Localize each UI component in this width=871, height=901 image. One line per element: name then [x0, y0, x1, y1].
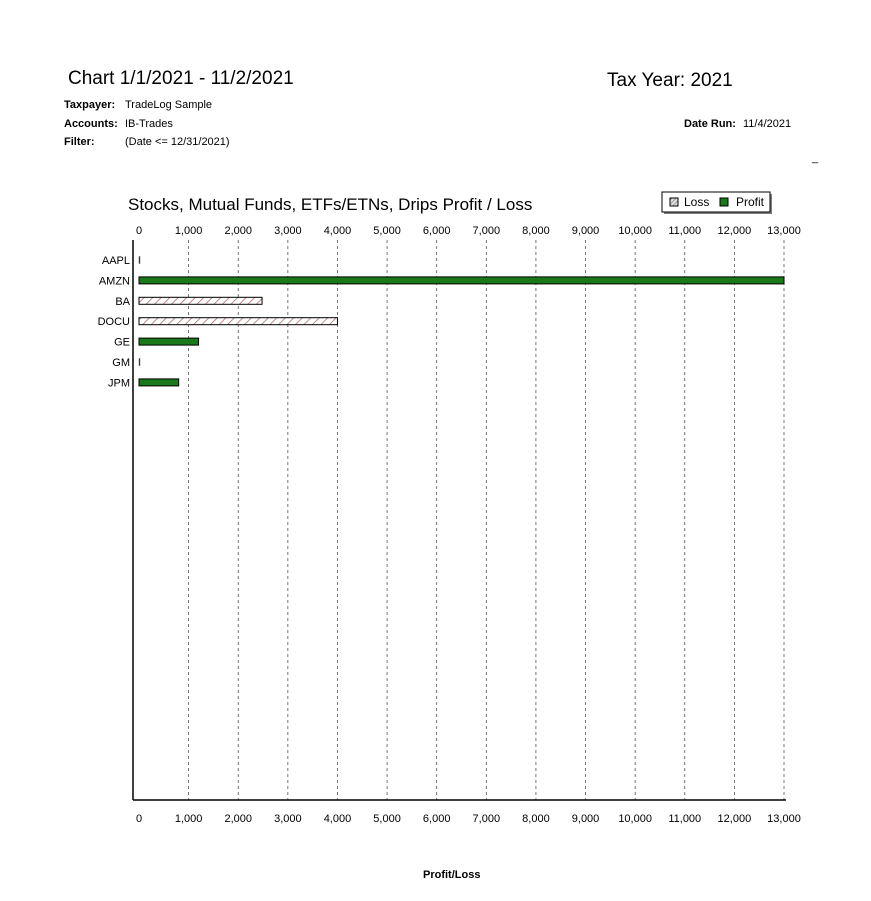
x-tick-label-top: 12,000: [718, 225, 752, 237]
x-axis-title: Profit/Loss: [423, 869, 481, 881]
x-tick-label-bottom: 12,000: [718, 813, 752, 825]
x-tick-label-bottom: 8,000: [522, 813, 550, 825]
x-tick-label-bottom: 0: [136, 813, 142, 825]
category-label: GM: [112, 357, 130, 369]
bar-profit: [138, 256, 141, 264]
x-tick-label-top: 9,000: [572, 225, 600, 237]
x-tick-label-bottom: 10,000: [618, 813, 652, 825]
category-label: AMZN: [99, 275, 130, 287]
category-label: AAPL: [102, 255, 130, 267]
profit-loss-chart: Stocks, Mutual Funds, ETFs/ETNs, Drips P…: [98, 191, 801, 825]
legend-loss-label: Loss: [684, 195, 709, 209]
x-tick-label-bottom: 2,000: [224, 813, 252, 825]
bar-profit: [138, 337, 200, 346]
chart-title: Stocks, Mutual Funds, ETFs/ETNs, Drips P…: [128, 195, 532, 214]
x-tick-label-bottom: 4,000: [324, 813, 352, 825]
x-tick-label-top: 7,000: [473, 225, 501, 237]
bar-loss: [138, 296, 263, 305]
bars: [138, 256, 785, 387]
x-tick-label-bottom: 6,000: [423, 813, 451, 825]
category-label: JPM: [108, 377, 130, 389]
x-tick-label-bottom: 13,000: [767, 813, 801, 825]
category-label: BA: [115, 296, 130, 308]
x-tick-label-top: 2,000: [224, 225, 252, 237]
category-label: DOCU: [98, 316, 130, 328]
x-tick-label-bottom: 1,000: [175, 813, 203, 825]
x-tick-label-top: 4,000: [324, 225, 352, 237]
bar-profit: [138, 378, 180, 387]
x-tick-label-top: 11,000: [668, 225, 701, 237]
category-label: GE: [114, 337, 130, 349]
x-tick-label-top: 6,000: [423, 225, 451, 237]
x-tick-label-top: 13,000: [767, 225, 801, 237]
x-tick-label-top: 8,000: [522, 225, 550, 237]
bar-profit: [138, 358, 141, 366]
legend-profit-swatch: [719, 197, 729, 207]
x-tick-label-bottom: 3,000: [274, 813, 302, 825]
x-tick-label-bottom: 11,000: [668, 813, 701, 825]
labels: 0 0 1,000 1,000 2,000 2,000 3,000 3,000 4,000 4,0…: [98, 225, 801, 825]
x-tick-label-top: 0: [136, 225, 142, 237]
x-tick-label-bottom: 9,000: [572, 813, 600, 825]
bar-profit: [138, 276, 785, 285]
legend-loss-swatch: [669, 197, 679, 207]
x-tick-label-top: 1,000: [175, 225, 203, 237]
legend: Loss Profit: [661, 191, 772, 214]
x-tick-label-top: 3,000: [274, 225, 302, 237]
x-tick-label-bottom: 7,000: [473, 813, 501, 825]
x-tick-label-top: 5,000: [373, 225, 401, 237]
x-tick-label-bottom: 5,000: [373, 813, 401, 825]
bar-loss: [138, 317, 338, 326]
x-tick-label-top: 10,000: [618, 225, 652, 237]
legend-profit-label: Profit: [736, 195, 765, 209]
